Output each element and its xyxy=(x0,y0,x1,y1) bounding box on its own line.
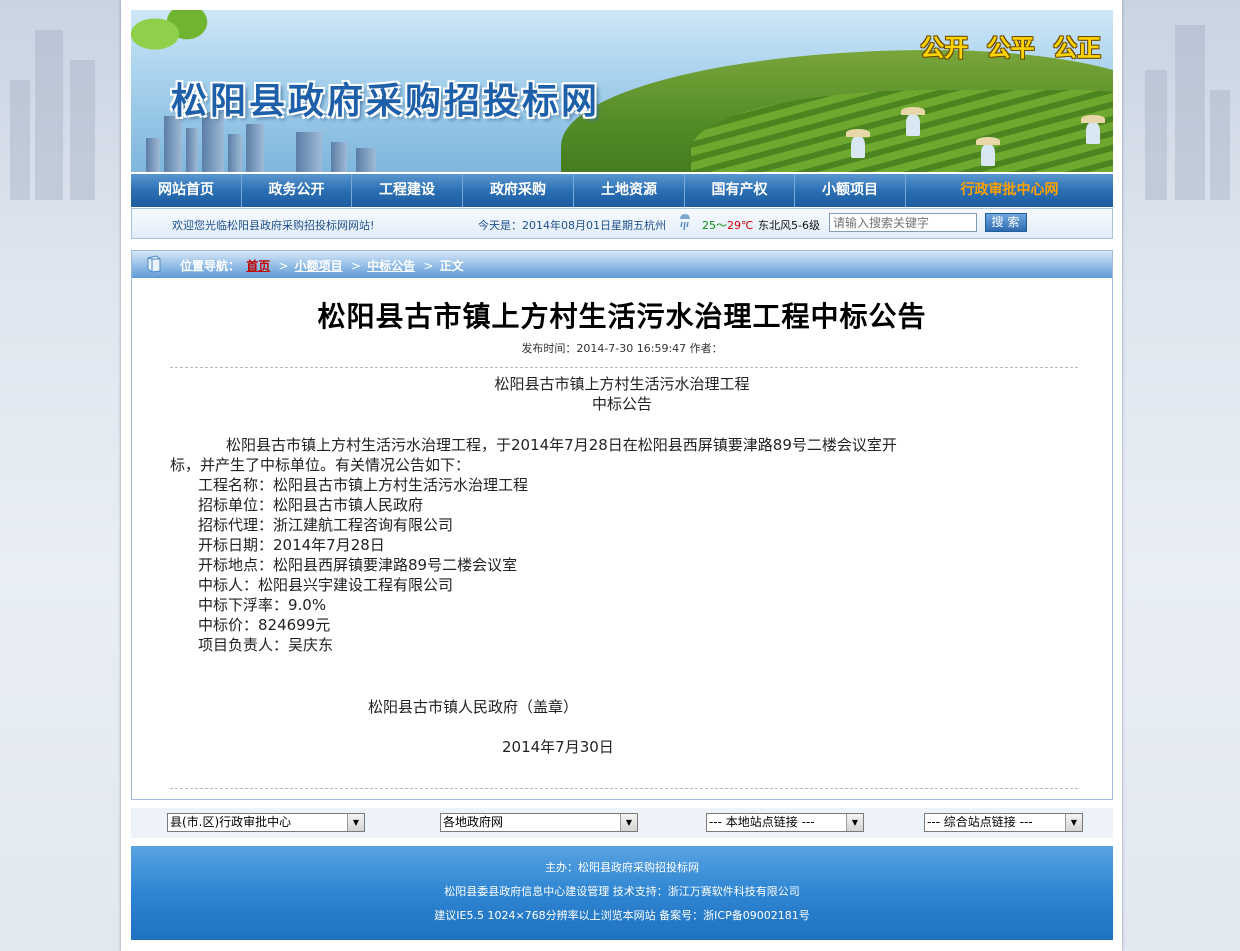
site-footer: 主办：松阳县政府采购招投标网 松阳县委县政府信息中心建设管理 技术支持：浙江万赛… xyxy=(131,846,1113,940)
general-links-select-value: --- 综合站点链接 --- xyxy=(927,815,1033,829)
temperature-text: 25～29℃ xyxy=(702,217,753,233)
weather-rain-icon xyxy=(680,214,690,231)
field-project-name: 工程名称：松阳县古市镇上方村生活污水治理工程 xyxy=(198,476,529,494)
banner-worker-figure xyxy=(846,129,870,158)
site-title: 松阳县政府采购招投标网 xyxy=(171,80,601,122)
breadcrumb-current: 正文 xyxy=(439,259,464,273)
nav-item-engineering[interactable]: 工程建设 xyxy=(352,174,463,207)
chevron-down-icon: ▼ xyxy=(347,814,364,831)
field-opening-place: 开标地点：松阳县西屏镇要津路89号二楼会议室 xyxy=(198,556,518,574)
banner-worker-figure xyxy=(976,137,1000,166)
background-skyline-left xyxy=(0,20,110,200)
article-title: 松阳县古市镇上方村生活污水治理工程中标公告 xyxy=(317,300,927,333)
field-project-manager: 项目负责人：吴庆东 xyxy=(198,636,334,654)
banner-worker-figure xyxy=(901,107,925,136)
field-price: 中标价：824699元 xyxy=(198,616,331,634)
links-bar: 县(市.区)行政审批中心 ▼ 各地政府网 ▼ --- 本地站点链接 --- ▼ … xyxy=(131,808,1113,838)
admin-center-select-value: 县(市.区)行政审批中心 xyxy=(170,815,292,829)
breadcrumb-home-link[interactable]: 首页 xyxy=(246,259,270,273)
breadcrumb-separator: > xyxy=(423,259,434,273)
article-heading-line1: 松阳县古市镇上方村生活污水治理工程 xyxy=(494,375,750,393)
info-bar: 欢迎您光临松阳县政府采购招投标网网站! 今天是：2014年08月01日星期五杭州… xyxy=(131,208,1113,239)
nav-item-government-affairs[interactable]: 政务公开 xyxy=(242,174,352,207)
breadcrumb-separator: > xyxy=(278,259,289,273)
temperature-low: 25 xyxy=(702,219,716,232)
nav-item-state-property[interactable]: 国有产权 xyxy=(685,174,795,207)
publish-info: 发布时间：2014-7-30 16:59:47 作者： xyxy=(521,342,723,355)
nav-item-home[interactable]: 网站首页 xyxy=(131,174,242,207)
breadcrumb-small-projects-link[interactable]: 小额项目 xyxy=(295,259,343,273)
article-heading: 松阳县古市镇上方村生活污水治理工程 中标公告 xyxy=(132,374,1112,414)
signature: 松阳县古市镇人民政府（盖章） xyxy=(368,698,579,716)
article-intro: 松阳县古市镇上方村生活污水治理工程，于2014年7月28日在松阳县西屏镇要津路8… xyxy=(170,435,1070,475)
welcome-text: 欢迎您光临松阳县政府采购招投标网网站! xyxy=(172,219,375,232)
nav-item-land-resources[interactable]: 土地资源 xyxy=(574,174,685,207)
field-agent: 招标代理：浙江建航工程咨询有限公司 xyxy=(198,516,454,534)
page-container: 松阳县政府采购招投标网 公开 公平 公正 网站首页 政务公开 工程建设 政府采购… xyxy=(121,0,1122,951)
nav-item-small-projects[interactable]: 小额项目 xyxy=(795,174,906,207)
local-links-select[interactable]: --- 本地站点链接 --- ▼ xyxy=(706,813,864,832)
nav-item-admin-approval[interactable]: 行政审批中心网 xyxy=(906,174,1113,207)
chevron-down-icon: ▼ xyxy=(620,814,637,831)
signature-date: 2014年7月30日 xyxy=(502,738,614,756)
article-panel: 位置导航： 首页 > 小额项目 > 中标公告 > 正文 松阳县古市镇上方村生活污… xyxy=(131,250,1113,800)
breadcrumb: 位置导航： 首页 > 小额项目 > 中标公告 > 正文 xyxy=(132,251,1112,278)
breadcrumb-award-notice-link[interactable]: 中标公告 xyxy=(367,259,415,273)
book-icon xyxy=(147,255,161,273)
date-text: 今天是：2014年08月01日星期五杭州 xyxy=(478,219,666,232)
chevron-down-icon: ▼ xyxy=(846,814,863,831)
wind-text: 东北风5-6级 xyxy=(758,219,820,232)
banner-worker-figure xyxy=(1081,115,1105,144)
bottom-divider xyxy=(170,788,1078,789)
local-links-select-value: --- 本地站点链接 --- xyxy=(709,815,815,829)
footer-support: 松阳县委县政府信息中心建设管理 技术支持：浙江万赛软件科技有限公司 xyxy=(444,885,800,898)
general-links-select[interactable]: --- 综合站点链接 --- ▼ xyxy=(924,813,1083,832)
field-tenderer: 招标单位：松阳县古市镇人民政府 xyxy=(198,496,424,514)
temperature-separator: ～ xyxy=(716,219,727,232)
search-button[interactable]: 搜索 xyxy=(985,213,1027,232)
footer-sponsor: 主办：松阳县政府采购招投标网 xyxy=(545,861,699,874)
field-opening-date: 开标日期：2014年7月28日 xyxy=(198,536,385,554)
search-input[interactable] xyxy=(829,213,977,232)
breadcrumb-separator: > xyxy=(350,259,361,273)
site-slogan: 公开 公平 公正 xyxy=(920,34,1101,62)
site-banner: 松阳县政府采购招投标网 公开 公平 公正 xyxy=(131,10,1113,172)
footer-icp: 建议IE5.5 1024×768分辨率以上浏览本网站 备案号：浙ICP备0900… xyxy=(434,909,810,922)
article-heading-line2: 中标公告 xyxy=(591,395,652,413)
temperature-high: 29℃ xyxy=(727,219,754,232)
article-intro-line2: 标，并产生了中标单位。有关情况公告如下： xyxy=(170,456,471,474)
background-skyline-right xyxy=(1130,20,1240,200)
field-winner: 中标人：松阳县兴宇建设工程有限公司 xyxy=(198,576,454,594)
article-intro-line1: 松阳县古市镇上方村生活污水治理工程，于2014年7月28日在松阳县西屏镇要津路8… xyxy=(226,436,897,454)
nav-item-procurement[interactable]: 政府采购 xyxy=(463,174,574,207)
main-nav: 网站首页 政务公开 工程建设 政府采购 土地资源 国有产权 小额项目 行政审批中… xyxy=(131,174,1113,207)
admin-center-select[interactable]: 县(市.区)行政审批中心 ▼ xyxy=(167,813,365,832)
top-divider xyxy=(170,367,1078,368)
government-sites-select[interactable]: 各地政府网 ▼ xyxy=(440,813,638,832)
banner-leaves-image xyxy=(131,10,211,70)
field-discount-rate: 中标下浮率：9.0% xyxy=(198,596,327,614)
breadcrumb-label: 位置导航： xyxy=(180,259,241,273)
chevron-down-icon: ▼ xyxy=(1065,814,1082,831)
government-sites-select-value: 各地政府网 xyxy=(443,815,504,829)
